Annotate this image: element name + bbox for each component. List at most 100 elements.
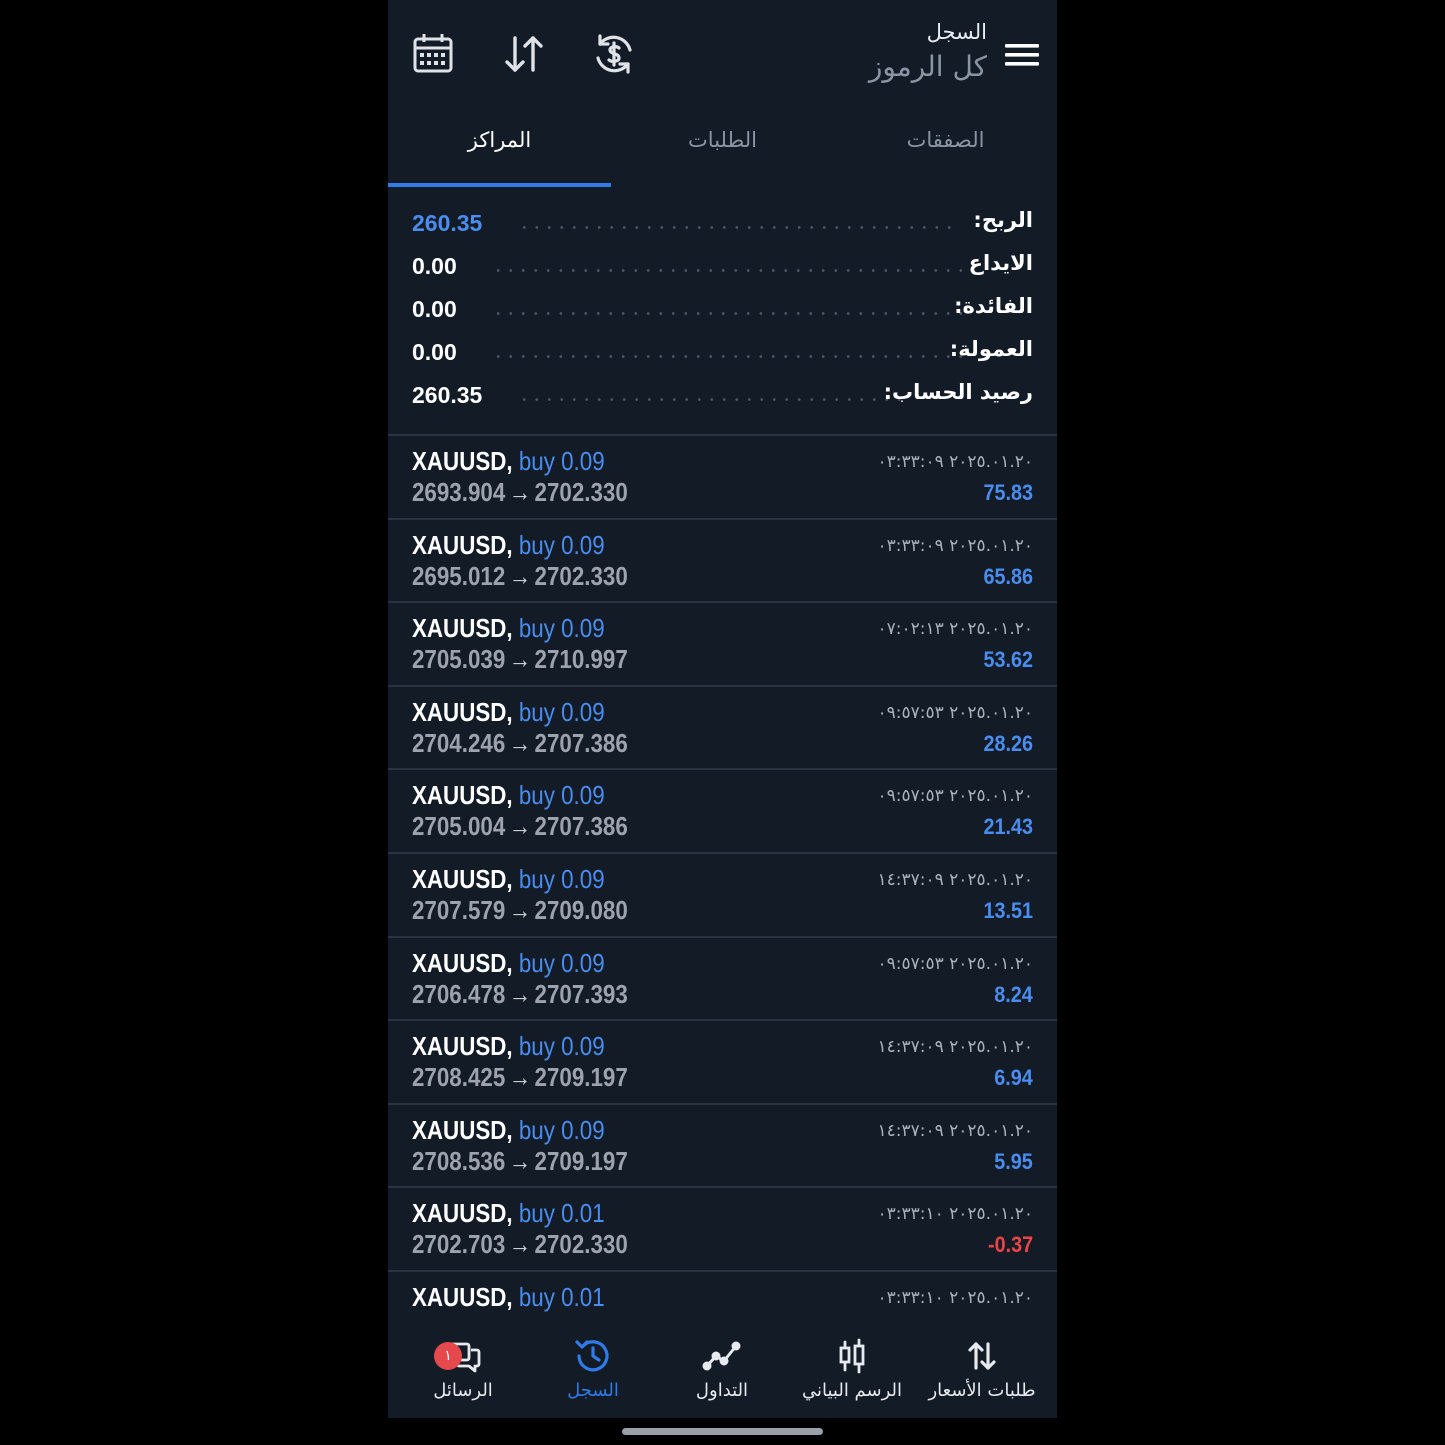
calendar-icon[interactable] — [409, 30, 457, 78]
open-price: 2705.004 — [412, 811, 506, 842]
quotes-arrows-icon — [968, 1342, 996, 1370]
deal-title: XAUUSD, buy 0.09 — [412, 780, 605, 811]
home-indicator[interactable] — [622, 1428, 823, 1435]
deal-side-volume: buy 0.09 — [518, 947, 605, 978]
deal-symbol: XAUUSD, — [412, 1114, 513, 1145]
deal-profit: 28.26 — [983, 730, 1033, 756]
deal-profit: 6.94 — [994, 1065, 1033, 1091]
currency-refresh-icon[interactable] — [590, 30, 638, 78]
arrow-icon: → — [508, 894, 532, 925]
summary-row-balance: 260.35 رصيد الحساب: — [412, 380, 1033, 412]
deal-row[interactable]: XAUUSD, buy 0.09 2705.039 → 2710.997 ٢٠٢٥.٠١… — [388, 603, 1057, 687]
deal-side-volume: buy 0.09 — [518, 1031, 605, 1062]
deal-title: XAUUSD, buy 0.09 — [412, 613, 605, 644]
dot-leader — [518, 398, 908, 401]
deal-time: ٢٠٢٥.٠١.٢٠ ٠٩:٥٧:٥٣ — [877, 786, 1033, 807]
deal-symbol: XAUUSD, — [412, 696, 513, 727]
deal-title: XAUUSD, buy 0.01 — [412, 1282, 605, 1313]
deal-prices: 2705.039 → 2710.997 — [412, 644, 628, 675]
unread-badge: ١ — [434, 1342, 462, 1370]
nav-quotes[interactable]: طلبات الأسعار — [917, 1336, 1047, 1401]
deal-row[interactable]: XAUUSD, buy 0.09 2705.004 → 2707.386 ٢٠٢٥.٠١… — [388, 770, 1057, 854]
summary-row-profit: 260.35 الربح: — [412, 208, 1033, 240]
deal-side-volume: buy 0.09 — [518, 1114, 605, 1145]
deal-time: ٢٠٢٥.٠١.٢٠ ١٤:٣٧:٠٩ — [877, 869, 1033, 890]
profit-value: 260.35 — [412, 210, 483, 236]
deal-time: ٢٠٢٥.٠١.٢٠ ١٤:٣٧:٠٩ — [877, 1037, 1033, 1058]
tab-positions[interactable]: المراكز — [388, 128, 611, 152]
nav-label: الرسم البياني — [801, 1380, 903, 1401]
symbol-filter-title[interactable]: كل الرموز — [869, 50, 987, 83]
close-price: 2707.386 — [534, 727, 628, 758]
sort-icon[interactable] — [500, 30, 548, 78]
deal-row[interactable]: XAUUSD, buy 0.09 2708.425 → 2709.197 ٢٠٢٥.٠١… — [388, 1021, 1057, 1105]
deal-profit: 13.51 — [983, 897, 1033, 923]
deal-profit: 53.62 — [983, 647, 1033, 673]
deal-time: ٢٠٢٥.٠١.٢٠ ١٤:٣٧:٠٩ — [877, 1120, 1033, 1141]
deal-row[interactable]: XAUUSD, buy 0.09 2695.012 → 2702.330 ٢٠٢٥.٠١… — [388, 520, 1057, 604]
deals-list[interactable]: XAUUSD, buy 0.09 2693.904 → 2702.330 ٢٠٢٥.٠١… — [388, 436, 1057, 1316]
deal-profit: 5.95 — [994, 1148, 1033, 1174]
deal-time: ٢٠٢٥.٠١.٢٠ ٠٩:٥٧:٥٣ — [877, 953, 1033, 974]
open-price: 2695.012 — [412, 560, 506, 591]
open-price: 2702.703 — [412, 1229, 506, 1260]
close-price: 2702.330 — [534, 560, 628, 591]
deal-row[interactable]: XAUUSD, buy 0.09 2708.536 → 2709.197 ٢٠٢٥.٠١… — [388, 1105, 1057, 1189]
nav-label: طلبات الأسعار — [928, 1380, 1036, 1401]
arrow-icon: → — [508, 560, 532, 591]
arrow-icon: → — [508, 978, 532, 1009]
deal-prices: 2693.904 → 2702.330 — [412, 477, 628, 508]
tab-deals[interactable]: الصفقات — [834, 128, 1057, 152]
deal-prices: 2707.579 → 2709.080 — [412, 895, 628, 926]
deal-time: ٢٠٢٥.٠١.٢٠ ٠٣:٣٣:٠٩ — [877, 535, 1033, 556]
close-price: 2709.197 — [534, 1062, 628, 1093]
open-price: 2706.478 — [412, 978, 506, 1009]
open-price: 2704.246 — [412, 727, 506, 758]
close-price: 2702.330 — [534, 1229, 628, 1260]
nav-label: الرسائل — [433, 1380, 493, 1401]
open-price: 2693.904 — [412, 477, 506, 507]
deal-side-volume: buy 0.09 — [518, 446, 605, 476]
deal-title: XAUUSD, buy 0.09 — [412, 446, 605, 477]
close-price: 2709.197 — [534, 1145, 628, 1176]
arrow-icon: → — [508, 1062, 532, 1093]
deal-symbol: XAUUSD, — [412, 1281, 513, 1312]
nav-label: التداول — [695, 1380, 749, 1401]
active-tab-indicator — [388, 183, 611, 187]
balance-label: رصيد الحساب: — [883, 380, 1033, 404]
summary-row-interest: 0.00 الفائدة: — [412, 294, 1033, 326]
deal-prices: 2706.478 → 2707.393 — [412, 979, 628, 1010]
deal-profit: 75.83 — [983, 480, 1033, 505]
deal-row[interactable]: XAUUSD, buy 0.09 2706.478 → 2707.393 ٢٠٢٥.٠١… — [388, 938, 1057, 1022]
deal-row[interactable]: XAUUSD, buy 0.01 ٢٠٢٥.٠١.٢٠ ٠٣:٣٣:١٠ — [388, 1272, 1057, 1316]
deal-symbol: XAUUSD, — [412, 863, 513, 894]
interest-label: الفائدة: — [954, 294, 1033, 318]
deal-title: XAUUSD, buy 0.09 — [412, 864, 605, 895]
app-screen: السجل كل الرموز المراكز الطلبات الصفقات … — [388, 0, 1057, 1445]
deal-time: ٢٠٢٥.٠١.٢٠ ٠٧:٠٢:١٣ — [877, 619, 1033, 640]
menu-icon[interactable] — [1005, 40, 1039, 70]
deal-title: XAUUSD, buy 0.09 — [412, 1115, 605, 1146]
deal-row[interactable]: XAUUSD, buy 0.01 2702.703 → 2702.330 ٢٠٢٥.٠١… — [388, 1188, 1057, 1272]
close-price: 2710.997 — [534, 644, 628, 675]
page-title-small: السجل — [926, 20, 987, 44]
nav-history[interactable]: السجل — [528, 1336, 658, 1401]
commission-label: العمولة: — [949, 337, 1033, 361]
deal-prices: 2708.536 → 2709.197 — [412, 1146, 628, 1177]
deposit-value: 0.00 — [412, 253, 457, 279]
nav-trade[interactable]: التداول — [657, 1336, 787, 1401]
arrow-icon: → — [508, 811, 532, 842]
deal-profit: 65.86 — [983, 563, 1033, 589]
tab-orders[interactable]: الطلبات — [611, 128, 834, 152]
arrow-icon: → — [508, 1229, 532, 1260]
open-price: 2708.536 — [412, 1145, 506, 1176]
nav-messages[interactable]: ١ الرسائل — [398, 1336, 528, 1401]
history-icon — [575, 1340, 609, 1372]
deal-symbol: XAUUSD, — [412, 947, 513, 978]
deal-row[interactable]: XAUUSD, buy 0.09 2707.579 → 2709.080 ٢٠٢٥.٠١… — [388, 854, 1057, 938]
nav-chart[interactable]: الرسم البياني — [787, 1336, 917, 1401]
dot-leader — [492, 312, 962, 315]
deal-row[interactable]: XAUUSD, buy 0.09 2704.246 → 2707.386 ٢٠٢٥.٠١… — [388, 687, 1057, 771]
deal-row[interactable]: XAUUSD, buy 0.09 2693.904 → 2702.330 ٢٠٢٥.٠١… — [388, 436, 1057, 520]
deal-symbol: XAUUSD, — [412, 529, 513, 560]
